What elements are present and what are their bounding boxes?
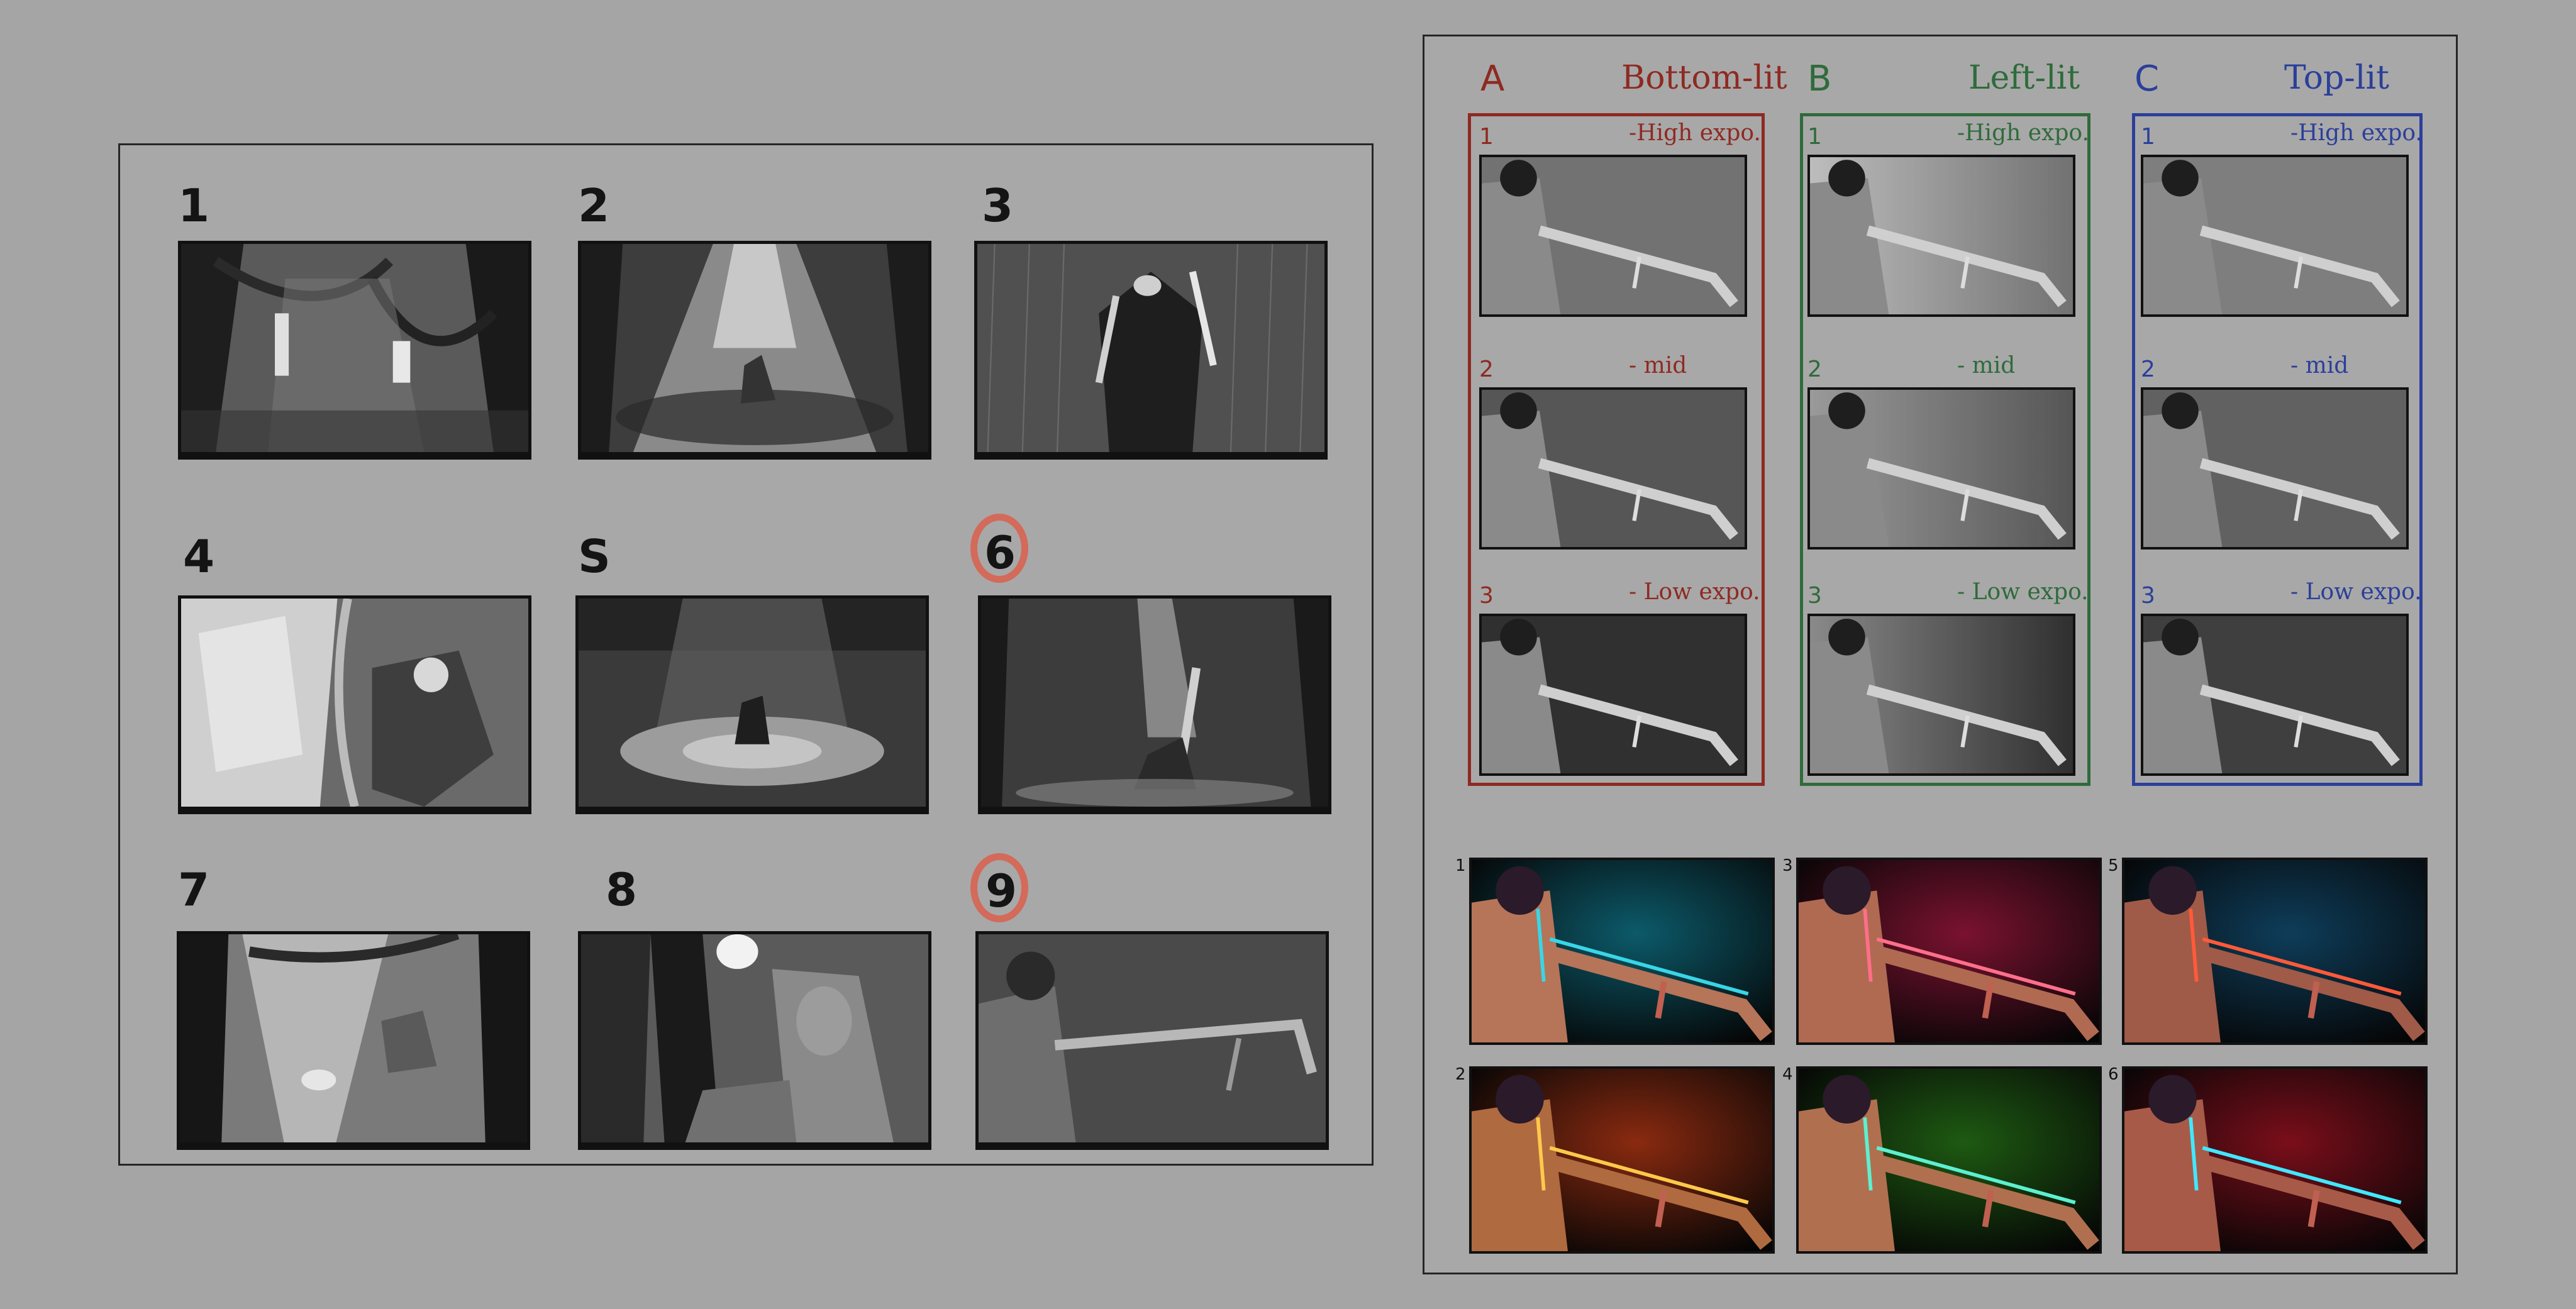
- lighting-variant-thumbnail[interactable]: [1807, 155, 2075, 317]
- row-number: 3: [2141, 583, 2155, 609]
- thumbnail-number: 2: [578, 179, 610, 232]
- thumbnail-sketch[interactable]: [178, 241, 531, 460]
- color-variant-thumbnail[interactable]: [1469, 1066, 1775, 1254]
- column-title: Top-lit: [2284, 59, 2389, 97]
- color-variant-thumbnail[interactable]: [2122, 1066, 2428, 1254]
- row-number: 2: [1807, 356, 1822, 382]
- color-variant-thumbnail[interactable]: [1469, 858, 1775, 1045]
- column-title: Bottom-lit: [1621, 59, 1787, 97]
- lighting-variant-thumbnail[interactable]: [1479, 155, 1747, 317]
- exposure-label: - Low expo.: [1957, 579, 2089, 605]
- thumbnail-number: 9: [985, 864, 1018, 917]
- thumbnail-sketch[interactable]: [975, 931, 1329, 1150]
- thumbnail-number: 7: [178, 863, 210, 916]
- thumbnail-sketch-sheet: 1 2 3 4 S 6 7 8 9: [118, 143, 1374, 1166]
- thumbnail-sketch[interactable]: [575, 595, 929, 814]
- thumbnail-sketch[interactable]: [178, 595, 531, 814]
- lighting-variant-thumbnail[interactable]: [1807, 614, 2075, 776]
- thumbnail-number: 1: [178, 179, 210, 232]
- row-number: 2: [1479, 356, 1494, 382]
- exposure-label: - Low expo.: [1629, 579, 1760, 605]
- row-number: 1: [1807, 124, 1822, 150]
- lighting-variant-thumbnail[interactable]: [2141, 387, 2409, 550]
- thumbnail-number: S: [578, 530, 611, 583]
- color-variant-number: 6: [2108, 1065, 2119, 1084]
- thumbnail-sketch[interactable]: [974, 241, 1328, 460]
- column-letter: A: [1480, 58, 1505, 99]
- thumbnail-number: 8: [606, 863, 638, 916]
- color-variant-number: 3: [1782, 856, 1793, 875]
- color-variant-number: 4: [1782, 1065, 1793, 1084]
- lighting-variant-thumbnail[interactable]: [2141, 155, 2409, 317]
- color-variant-thumbnail[interactable]: [2122, 858, 2428, 1045]
- color-variant-number: 2: [1455, 1065, 1466, 1084]
- exposure-label: -High expo.: [2290, 120, 2423, 146]
- thumbnail-sketch[interactable]: [578, 241, 931, 460]
- color-variant-number: 5: [2108, 856, 2119, 875]
- lighting-variant-thumbnail[interactable]: [1479, 387, 1747, 550]
- row-number: 3: [1479, 583, 1494, 609]
- thumbnail-number: 4: [183, 530, 215, 583]
- thumbnail-number: 6: [984, 526, 1016, 579]
- exposure-label: - mid: [2290, 353, 2349, 378]
- color-variant-number: 1: [1455, 856, 1466, 875]
- exposure-label: -High expo.: [1629, 120, 1761, 146]
- thumbnail-sketch[interactable]: [177, 931, 530, 1150]
- row-number: 1: [1479, 124, 1494, 150]
- row-number: 3: [1807, 583, 1822, 609]
- color-variant-thumbnail[interactable]: [1796, 1066, 2102, 1254]
- exposure-label: - mid: [1957, 353, 2016, 378]
- thumbnail-sketch[interactable]: [578, 931, 931, 1150]
- exposure-label: -High expo.: [1957, 120, 2089, 146]
- exposure-label: - Low expo.: [2290, 579, 2422, 605]
- column-letter: C: [2135, 58, 2160, 99]
- lighting-variant-thumbnail[interactable]: [1479, 614, 1747, 776]
- color-variant-thumbnail[interactable]: [1796, 858, 2102, 1045]
- lighting-variant-thumbnail[interactable]: [2141, 614, 2409, 776]
- thumbnail-sketch[interactable]: [978, 595, 1331, 814]
- row-number: 1: [2141, 124, 2155, 150]
- row-number: 2: [2141, 356, 2155, 382]
- exposure-label: - mid: [1629, 353, 1687, 378]
- thumbnail-number: 3: [982, 179, 1014, 232]
- column-letter: B: [1807, 58, 1832, 99]
- column-title: Left-lit: [1968, 59, 2080, 97]
- lighting-variant-thumbnail[interactable]: [1807, 387, 2075, 550]
